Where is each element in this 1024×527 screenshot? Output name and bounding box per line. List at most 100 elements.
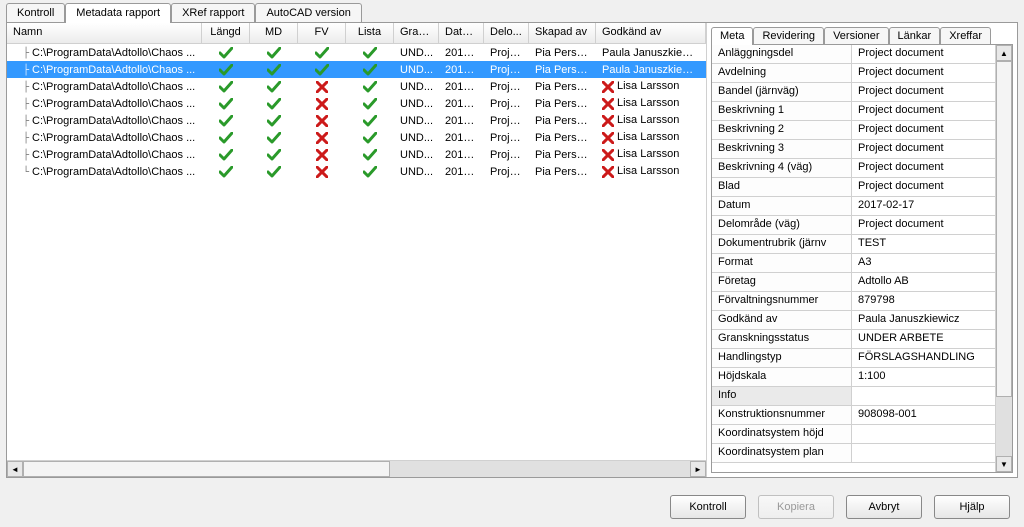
scroll-track[interactable] — [23, 461, 690, 477]
avbryt-button[interactable]: Avbryt — [846, 495, 922, 519]
property-value[interactable]: Project document — [852, 121, 995, 139]
scroll-down-button[interactable]: ▼ — [996, 456, 1012, 472]
property-value[interactable]: UNDER ARBETE — [852, 330, 995, 348]
property-grid[interactable]: AnläggningsdelProject documentAvdelningP… — [711, 44, 1013, 473]
column-header[interactable]: Längd — [202, 23, 250, 43]
name-cell: ├C:\ProgramData\Adtollo\Chaos ... — [7, 97, 202, 111]
property-value[interactable]: 908098-001 — [852, 406, 995, 424]
right-tab[interactable]: Meta — [711, 27, 753, 45]
property-row[interactable]: Beskrivning 4 (väg)Project document — [712, 159, 995, 178]
property-key: Anläggningsdel — [712, 45, 852, 63]
vscroll-thumb[interactable] — [996, 61, 1012, 397]
tree-glyph-icon: ├ — [13, 65, 29, 76]
property-row[interactable]: BladProject document — [712, 178, 995, 197]
property-value[interactable]: Project document — [852, 64, 995, 82]
property-value[interactable]: Project document — [852, 216, 995, 234]
property-row[interactable]: AvdelningProject document — [712, 64, 995, 83]
column-header[interactable]: Skapad av — [529, 23, 596, 43]
property-value[interactable]: Project document — [852, 45, 995, 63]
property-value[interactable]: Paula Januszkiewicz — [852, 311, 995, 329]
property-row[interactable]: Konstruktionsnummer908098-001 — [712, 406, 995, 425]
property-row[interactable]: Förvaltningsnummer879798 — [712, 292, 995, 311]
horizontal-scrollbar[interactable]: ◄ ► — [7, 460, 706, 477]
property-row[interactable]: Info — [712, 387, 995, 406]
property-row[interactable]: Beskrivning 3Project document — [712, 140, 995, 159]
property-row[interactable]: Koordinatsystem höjd — [712, 425, 995, 444]
property-value[interactable]: 1:100 — [852, 368, 995, 386]
property-row[interactable]: Godkänd avPaula Januszkiewicz — [712, 311, 995, 330]
right-tab[interactable]: Versioner — [824, 27, 888, 44]
table-row[interactable]: ├C:\ProgramData\Adtollo\Chaos ...UND...2… — [7, 78, 706, 95]
property-value[interactable]: A3 — [852, 254, 995, 272]
property-value[interactable]: TEST — [852, 235, 995, 253]
scroll-up-button[interactable]: ▲ — [996, 45, 1012, 61]
top-tab[interactable]: XRef rapport — [171, 3, 255, 22]
property-value[interactable]: Project document — [852, 178, 995, 196]
property-row[interactable]: HandlingstypFÖRSLAGSHANDLING — [712, 349, 995, 368]
property-row[interactable]: GranskningsstatusUNDER ARBETE — [712, 330, 995, 349]
column-header[interactable]: Namn — [7, 23, 202, 43]
right-tab[interactable]: Länkar — [889, 27, 941, 44]
property-value[interactable]: 879798 — [852, 292, 995, 310]
column-header[interactable]: FV — [298, 23, 346, 43]
scroll-right-button[interactable]: ► — [690, 461, 706, 477]
property-row[interactable]: Delområde (väg)Project document — [712, 216, 995, 235]
table-row[interactable]: ├C:\ProgramData\Adtollo\Chaos ...UND...2… — [7, 112, 706, 129]
column-header[interactable]: Datum — [439, 23, 484, 43]
property-value[interactable]: 2017-02-17 — [852, 197, 995, 215]
column-header[interactable]: Delo... — [484, 23, 529, 43]
property-value[interactable]: FÖRSLAGSHANDLING — [852, 349, 995, 367]
delo-cell: Proje... — [484, 46, 529, 60]
hjalp-button[interactable]: Hjälp — [934, 495, 1010, 519]
property-value[interactable]: Project document — [852, 140, 995, 158]
delo-cell: Proje... — [484, 148, 529, 162]
property-row[interactable]: FöretagAdtollo AB — [712, 273, 995, 292]
kontroll-button[interactable]: Kontroll — [670, 495, 746, 519]
lista-status-icon — [346, 64, 394, 76]
property-row[interactable]: Beskrivning 1Project document — [712, 102, 995, 121]
datum-cell: 2017... — [439, 165, 484, 179]
table-row[interactable]: └C:\ProgramData\Adtollo\Chaos ...UND...2… — [7, 163, 706, 180]
property-row[interactable]: Datum2017-02-17 — [712, 197, 995, 216]
godkand-cell: Lisa Larsson — [596, 79, 706, 93]
right-tab[interactable]: Revidering — [753, 27, 824, 44]
property-row[interactable]: Bandel (järnväg)Project document — [712, 83, 995, 102]
vertical-scrollbar[interactable]: ▲ ▼ — [995, 45, 1012, 472]
column-header[interactable]: Lista — [346, 23, 394, 43]
grid-body[interactable]: ├C:\ProgramData\Adtollo\Chaos ...UND...2… — [7, 44, 706, 460]
scroll-thumb[interactable] — [23, 461, 390, 477]
table-row[interactable]: ├C:\ProgramData\Adtollo\Chaos ...UND...2… — [7, 44, 706, 61]
top-tab[interactable]: Metadata rapport — [65, 3, 171, 23]
column-header[interactable]: Gran... — [394, 23, 439, 43]
property-value[interactable]: Project document — [852, 159, 995, 177]
column-header[interactable]: MD — [250, 23, 298, 43]
property-value[interactable]: Adtollo AB — [852, 273, 995, 291]
table-row[interactable]: ├C:\ProgramData\Adtollo\Chaos ...UND...2… — [7, 61, 706, 78]
table-row[interactable]: ├C:\ProgramData\Adtollo\Chaos ...UND...2… — [7, 146, 706, 163]
lista-status-icon — [346, 115, 394, 127]
name-cell: ├C:\ProgramData\Adtollo\Chaos ... — [7, 114, 202, 128]
md-status-icon — [250, 115, 298, 127]
property-row[interactable]: Beskrivning 2Project document — [712, 121, 995, 140]
column-header[interactable]: Godkänd av — [596, 23, 706, 43]
table-row[interactable]: ├C:\ProgramData\Adtollo\Chaos ...UND...2… — [7, 95, 706, 112]
property-row[interactable]: Koordinatsystem plan — [712, 444, 995, 463]
property-value[interactable] — [852, 387, 995, 405]
top-tab[interactable]: Kontroll — [6, 3, 65, 22]
property-value[interactable]: Project document — [852, 83, 995, 101]
property-row[interactable]: FormatA3 — [712, 254, 995, 273]
property-value[interactable]: Project document — [852, 102, 995, 120]
property-row[interactable]: AnläggningsdelProject document — [712, 45, 995, 64]
property-value[interactable] — [852, 444, 995, 462]
property-value[interactable] — [852, 425, 995, 443]
top-tab[interactable]: AutoCAD version — [255, 3, 361, 22]
gran-cell: UND... — [394, 165, 439, 179]
property-key: Beskrivning 1 — [712, 102, 852, 120]
property-row[interactable]: Dokumentrubrik (järnvTEST — [712, 235, 995, 254]
datum-cell: 2017... — [439, 80, 484, 94]
scroll-left-button[interactable]: ◄ — [7, 461, 23, 477]
table-row[interactable]: ├C:\ProgramData\Adtollo\Chaos ...UND...2… — [7, 129, 706, 146]
property-row[interactable]: Höjdskala1:100 — [712, 368, 995, 387]
right-tab[interactable]: Xreffar — [940, 27, 991, 44]
vscroll-track[interactable] — [996, 61, 1012, 456]
